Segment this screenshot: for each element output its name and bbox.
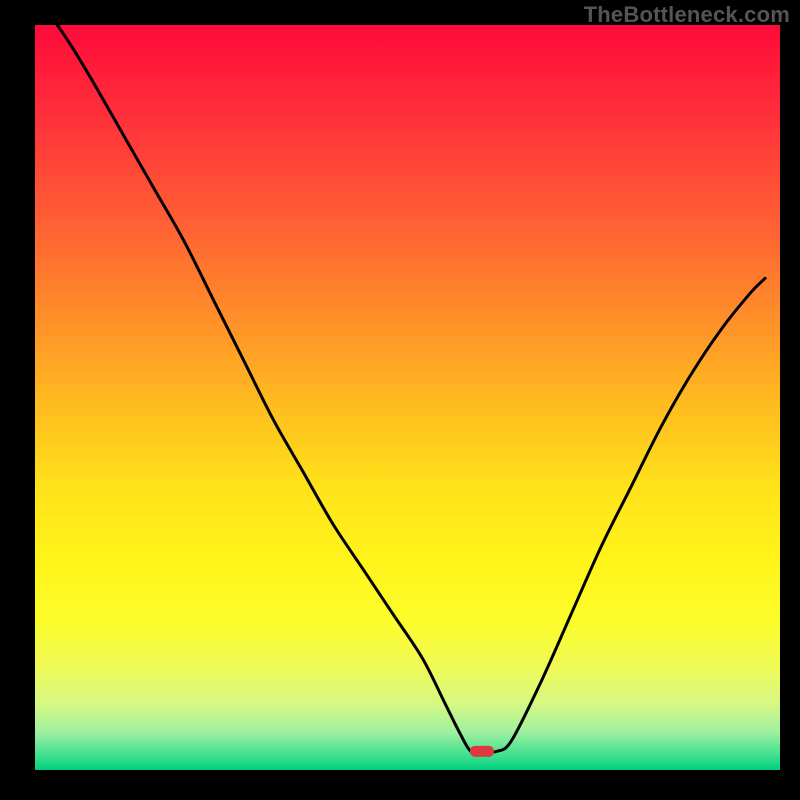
plot-background [35,25,780,770]
minimum-marker [470,746,494,757]
bottleneck-plot-svg [0,0,800,800]
watermark-text: TheBottleneck.com [584,2,790,28]
bottleneck-chart: TheBottleneck.com [0,0,800,800]
